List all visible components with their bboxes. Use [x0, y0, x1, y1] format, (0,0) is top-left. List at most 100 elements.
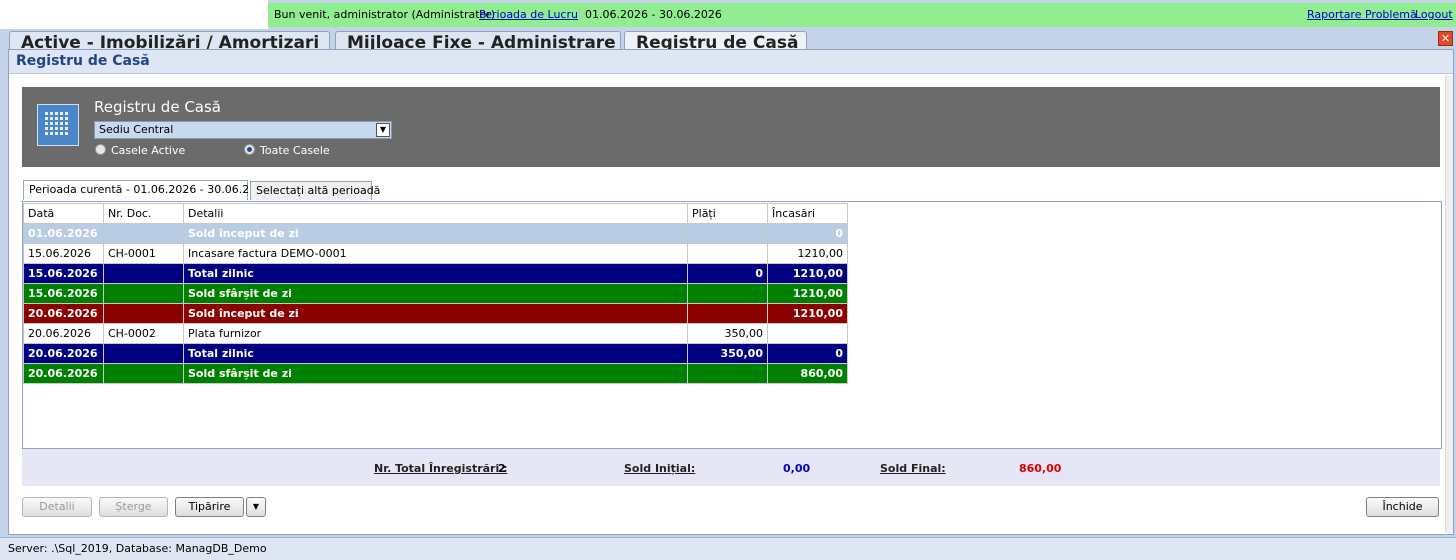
server-info: Server: .\Sql_2019, Database: ManagDB_De…	[8, 542, 267, 555]
table-row[interactable]: 20.06.2026 Sold sfârșit de zi 860,00	[23, 363, 848, 384]
cell-doc	[103, 363, 184, 384]
cell-date: 20.06.2026	[23, 363, 104, 384]
cell-doc	[103, 303, 184, 324]
table-row[interactable]: 15.06.2026 Sold sfârșit de zi 1210,00	[23, 283, 848, 304]
cell-payments	[687, 223, 768, 244]
column-header-details[interactable]: Detalii	[183, 203, 688, 224]
tab-label: Selectați altă perioadă	[256, 184, 381, 197]
table-row[interactable]: 15.06.2026 Total zilnic 0 1210,00	[23, 263, 848, 284]
tab-mijloace-fixe[interactable]: Mijloace Fixe - Administrare	[335, 31, 621, 50]
cell-receipts: 1210,00	[767, 303, 848, 324]
radio-label: Toate Casele	[260, 144, 330, 157]
main-window: Registru de Casă Registru de Casă Sediu …	[8, 49, 1454, 535]
print-dropdown-icon[interactable]: ▼	[246, 497, 266, 517]
cell-payments	[687, 363, 768, 384]
register-title: Registru de Casă	[94, 98, 221, 116]
tab-registru-casa[interactable]: Registru de Casă	[624, 31, 807, 50]
details-button[interactable]: Detalii	[22, 497, 92, 517]
register-grid-icon	[37, 104, 79, 146]
cash-register-grid: Dată Nr. Doc. Detalii Plăți Încasări 01.…	[22, 201, 1442, 449]
radio-toate-casele[interactable]: Toate Casele	[244, 144, 330, 157]
period-range: 01.06.2026 - 30.06.2026	[585, 8, 722, 21]
cell-date: 15.06.2026	[23, 243, 104, 264]
cell-payments: 0	[687, 263, 768, 284]
welcome-text: Bun venit, administrator (Administrator)	[274, 8, 496, 21]
working-period-link[interactable]: Perioada de Lucru	[479, 8, 578, 21]
table-row[interactable]: 20.06.2026 CH-0002 Plata furnizor 350,00	[23, 323, 848, 344]
cell-receipts: 1210,00	[767, 263, 848, 284]
total-records-value: 2	[498, 462, 506, 475]
cell-details: Total zilnic	[183, 263, 688, 284]
column-header-doc[interactable]: Nr. Doc.	[103, 203, 184, 224]
cell-details: Sold sfârșit de zi	[183, 363, 688, 384]
cell-details: Sold început de zi	[183, 303, 688, 324]
tab-select-other-period[interactable]: Selectați altă perioadă	[250, 181, 380, 200]
cell-payments	[687, 283, 768, 304]
cell-payments: 350,00	[687, 343, 768, 364]
tab-active-imobilizari[interactable]: Active - Imobilizări / Amortizari	[9, 31, 330, 50]
cell-receipts: 860,00	[767, 363, 848, 384]
close-tab-icon[interactable]: ✕	[1438, 31, 1453, 46]
register-table: Dată Nr. Doc. Detalii Plăți Încasări 01.…	[23, 203, 848, 384]
column-header-date[interactable]: Dată	[23, 203, 104, 224]
cell-details: Sold sfârșit de zi	[183, 283, 688, 304]
delete-button[interactable]: Șterge	[99, 497, 168, 517]
cell-details: Sold început de zi	[183, 223, 688, 244]
logout-link[interactable]: Logout	[1415, 8, 1453, 21]
column-header-payments[interactable]: Plăți	[687, 203, 768, 224]
final-balance-label: Sold Final:	[880, 462, 946, 475]
final-balance-value: 860,00	[1019, 462, 1062, 475]
close-button[interactable]: Închide	[1366, 497, 1439, 517]
cell-date: 20.06.2026	[23, 343, 104, 364]
location-select-value: Sediu Central	[99, 123, 174, 136]
welcome-bar: Bun venit, administrator (Administrator)…	[268, 3, 1456, 27]
total-records-label: Nr. Total Înregistrări :	[374, 462, 508, 475]
cell-receipts	[767, 323, 848, 344]
tab-current-period[interactable]: Perioada curentă - 01.06.2026 - 30.06.20…	[23, 180, 270, 200]
radio-off-icon	[95, 144, 106, 155]
top-bar: Bun venit, administrator (Administrator)…	[0, 0, 1456, 30]
tab-label: Perioada curentă - 01.06.2026 - 30.06.20…	[29, 183, 271, 196]
radio-casele-active[interactable]: Casele Active	[95, 144, 185, 157]
cell-doc	[103, 263, 184, 284]
table-header-row: Dată Nr. Doc. Detalii Plăți Încasări	[23, 203, 848, 224]
cell-payments	[687, 303, 768, 324]
cell-details: Plata furnizor	[183, 323, 688, 344]
initial-balance-label: Sold Inițial:	[624, 462, 696, 475]
table-row[interactable]: 20.06.2026 Sold început de zi 1210,00	[23, 303, 848, 324]
cell-receipts: 1210,00	[767, 283, 848, 304]
cell-date: 20.06.2026	[23, 303, 104, 324]
status-bar: Server: .\Sql_2019, Database: ManagDB_De…	[0, 537, 1456, 560]
cell-receipts: 1210,00	[767, 243, 848, 264]
cell-payments: 350,00	[687, 323, 768, 344]
cell-receipts: 0	[767, 223, 848, 244]
summary-bar: Nr. Total Înregistrări : 2 Sold Inițial:…	[22, 449, 1440, 486]
table-row[interactable]: 01.06.2026 Sold început de zi 0	[23, 223, 848, 244]
cell-date: 01.06.2026	[23, 223, 104, 244]
table-row[interactable]: 20.06.2026 Total zilnic 350,00 0	[23, 343, 848, 364]
app-tabs: Active - Imobilizări / Amortizari Mijloa…	[0, 29, 1456, 50]
cell-date: 20.06.2026	[23, 323, 104, 344]
location-select[interactable]: Sediu Central ▼	[94, 121, 392, 139]
column-header-receipts[interactable]: Încasări	[767, 203, 848, 224]
page-title: Registru de Casă	[9, 50, 1453, 74]
cell-doc	[103, 343, 184, 364]
cell-doc	[103, 283, 184, 304]
tab-label: Registru de Casă	[636, 33, 799, 50]
initial-balance-value: 0,00	[783, 462, 811, 475]
cell-date: 15.06.2026	[23, 263, 104, 284]
cell-receipts: 0	[767, 343, 848, 364]
print-button[interactable]: Tipărire	[175, 497, 244, 517]
cell-doc	[103, 223, 184, 244]
vertical-scrollbar[interactable]	[1445, 75, 1453, 533]
cell-details: Incasare factura DEMO-0001	[183, 243, 688, 264]
cell-doc: CH-0002	[103, 323, 184, 344]
cell-details: Total zilnic	[183, 343, 688, 364]
table-row[interactable]: 15.06.2026 CH-0001 Incasare factura DEMO-0…	[23, 243, 848, 264]
chevron-down-icon[interactable]: ▼	[376, 123, 390, 137]
report-problem-link[interactable]: Raportare Problemă	[1307, 8, 1417, 21]
register-header-panel: Registru de Casă Sediu Central ▼ Casele …	[22, 87, 1440, 167]
radio-label: Casele Active	[111, 144, 186, 157]
radio-on-icon	[244, 144, 255, 155]
logo-area	[0, 0, 268, 29]
